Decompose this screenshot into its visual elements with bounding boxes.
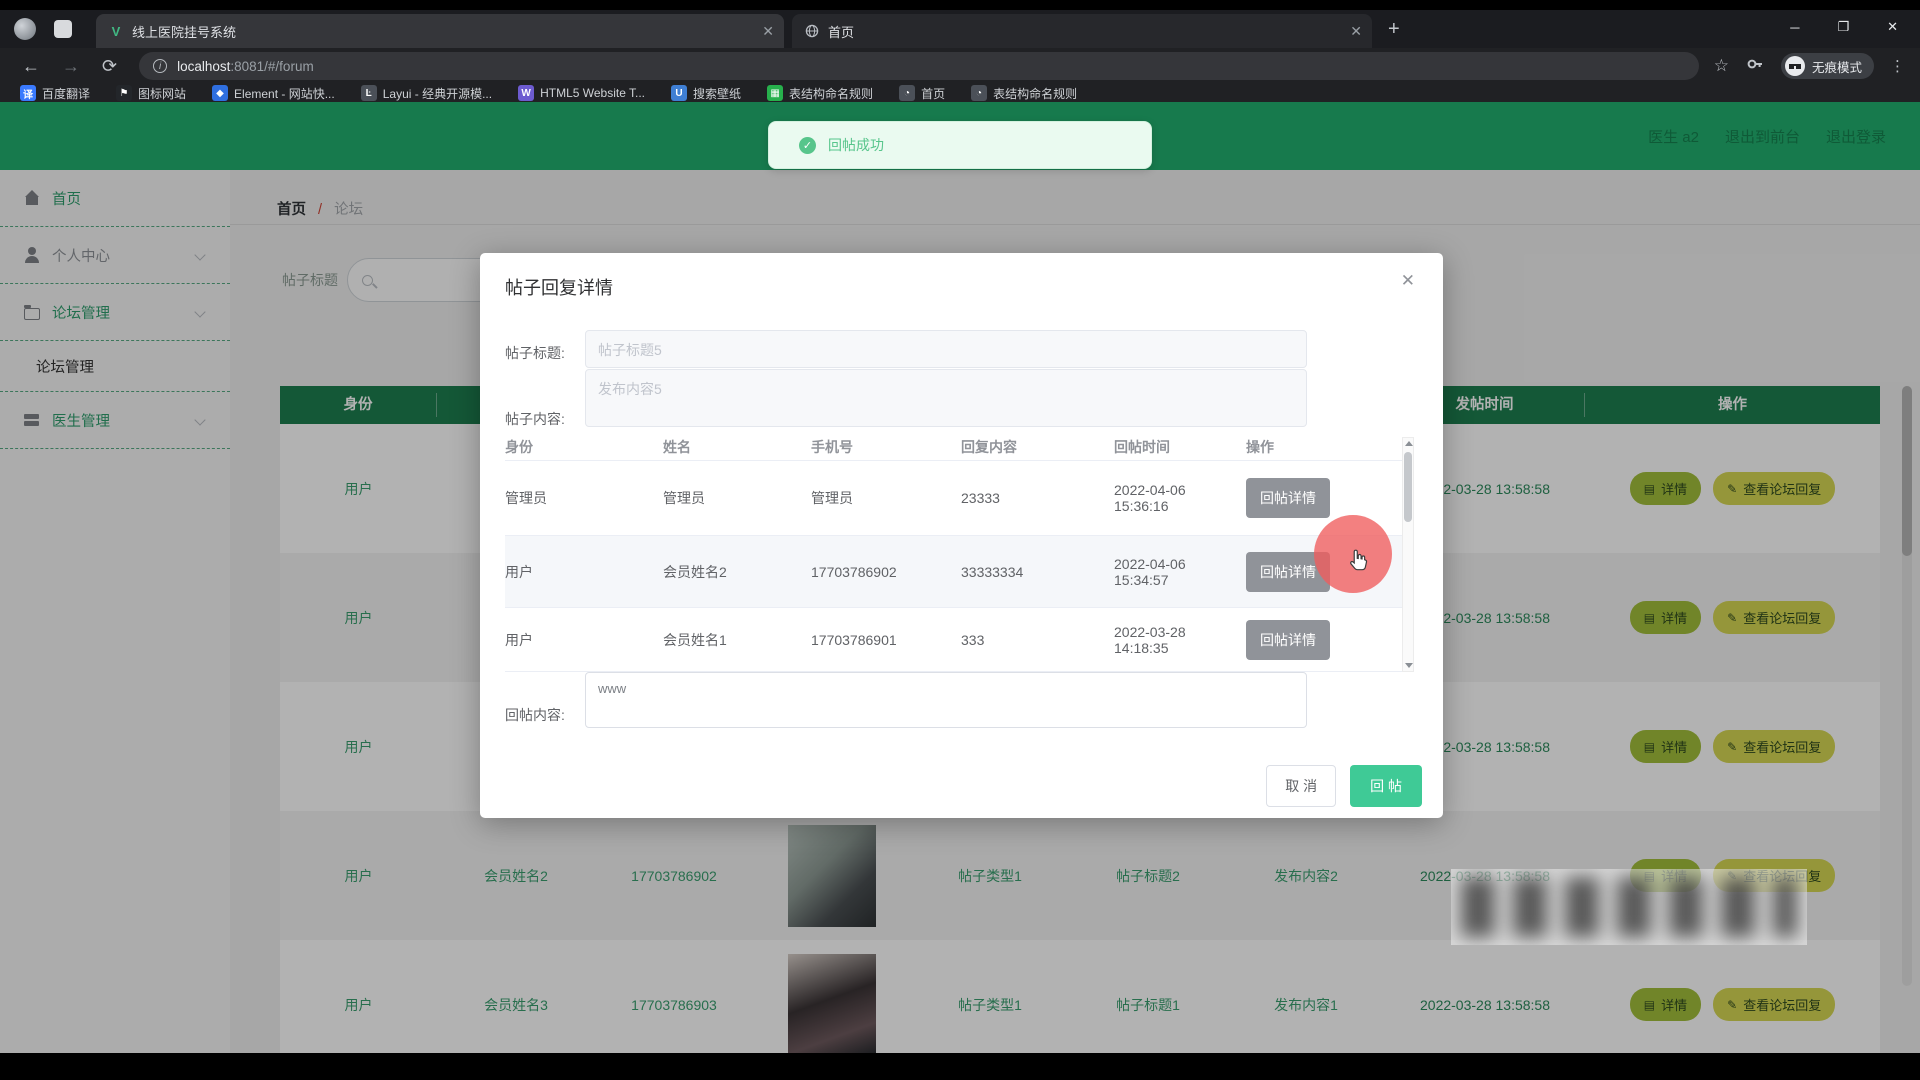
blurred-watermark bbox=[1451, 869, 1807, 945]
globe-favicon-icon bbox=[804, 23, 820, 39]
bookmarks-bar: 译百度翻译 ⚑图标网站 ◆Element - 网站快... ĿLayui - 经… bbox=[0, 84, 1920, 102]
cancel-button[interactable]: 取 消 bbox=[1266, 765, 1336, 807]
layui-icon: Ŀ bbox=[361, 85, 377, 101]
tab-title: 线上医院挂号系统 bbox=[132, 22, 754, 41]
bookmark-naming-rules[interactable]: ▦表结构命名规则 bbox=[767, 85, 873, 102]
site-info-icon[interactable]: i bbox=[153, 59, 167, 73]
bookmark-wallpaper-search[interactable]: U搜索壁纸 bbox=[671, 85, 741, 102]
tab-hospital-system[interactable]: V 线上医院挂号系统 ✕ bbox=[96, 14, 784, 48]
post-title-field[interactable]: 帖子标题5 bbox=[585, 330, 1307, 368]
vue-favicon-icon: V bbox=[108, 23, 124, 39]
scroll-up-icon[interactable] bbox=[1405, 441, 1413, 446]
col-name: 姓名 bbox=[663, 437, 811, 457]
letterbox-top bbox=[0, 0, 1920, 10]
toast-message: 回帖成功 bbox=[828, 135, 884, 155]
flag-icon: ⚑ bbox=[116, 85, 132, 101]
back-button[interactable]: ← bbox=[22, 56, 40, 77]
bookmark-homepage[interactable]: ◔首页 bbox=[899, 85, 945, 102]
minimize-button[interactable]: ─ bbox=[1790, 20, 1799, 35]
tab-home[interactable]: 首页 ✕ bbox=[792, 14, 1372, 48]
reply-content-label: 回帖内容: bbox=[505, 705, 565, 725]
password-key-icon[interactable] bbox=[1745, 54, 1765, 79]
reply-content-textarea[interactable]: www bbox=[585, 672, 1307, 728]
reply-row: 管理员 管理员 管理员 23333 2022-04-06 15:36:16 回帖… bbox=[505, 461, 1405, 536]
scroll-down-icon[interactable] bbox=[1405, 663, 1413, 668]
browser-url-bar: ← → ⟳ i localhost:8081/#/forum bbox=[0, 48, 1920, 84]
hand-cursor-icon bbox=[1346, 548, 1372, 579]
reply-detail-button[interactable]: 回帖详情 bbox=[1246, 478, 1330, 518]
screenshot-stage: V 线上医院挂号系统 ✕ 首页 ✕ + ─ ❐ ✕ ← → ⟳ i localh… bbox=[0, 0, 1920, 1080]
tab-title: 首页 bbox=[828, 22, 1342, 41]
success-toast: ✓ 回帖成功 bbox=[768, 121, 1152, 169]
post-content-field[interactable]: 发布内容5 bbox=[585, 369, 1307, 427]
bookmark-icon-site[interactable]: ⚑图标网站 bbox=[116, 85, 186, 102]
app-header: 医生 a2 退出到前台 退出登录 ✓ 回帖成功 bbox=[0, 102, 1920, 170]
post-title-label: 帖子标题: bbox=[505, 343, 565, 363]
grid-icon: ▦ bbox=[767, 85, 783, 101]
reply-row: 用户 会员姓名2 17703786902 33333334 2022-04-06… bbox=[505, 536, 1405, 608]
browser-tab-bar: V 线上医院挂号系统 ✕ 首页 ✕ + ─ ❐ ✕ bbox=[0, 10, 1920, 48]
browser-logo-icon[interactable] bbox=[14, 18, 36, 40]
tab-close-icon[interactable]: ✕ bbox=[762, 23, 774, 40]
bookmark-naming-rules-2[interactable]: ◔表结构命名规则 bbox=[971, 85, 1077, 102]
logout-link[interactable]: 退出登录 bbox=[1826, 126, 1886, 147]
dialog-title: 帖子回复详情 bbox=[505, 274, 613, 300]
table-scrollbar[interactable] bbox=[1402, 437, 1414, 672]
current-user-label: 医生 a2 bbox=[1648, 126, 1699, 147]
maximize-button[interactable]: ❐ bbox=[1837, 19, 1849, 35]
reply-table: 身份 姓名 手机号 回复内容 回帖时间 操作 管理员 管理员 管理员 23333… bbox=[505, 433, 1405, 672]
url-path: :8081/#/forum bbox=[230, 59, 313, 74]
post-content-label: 帖子内容: bbox=[505, 409, 565, 429]
wallpaper-icon: U bbox=[671, 85, 687, 101]
address-input[interactable]: i localhost:8081/#/forum bbox=[139, 52, 1699, 80]
browser-menu-icon[interactable]: ⋮ bbox=[1890, 57, 1906, 75]
col-reply-time: 回帖时间 bbox=[1114, 437, 1246, 457]
success-check-icon: ✓ bbox=[799, 137, 816, 154]
bookmark-layui[interactable]: ĿLayui - 经典开源模... bbox=[361, 85, 492, 102]
dialog-close-icon[interactable]: ✕ bbox=[1401, 271, 1415, 291]
close-window-button[interactable]: ✕ bbox=[1887, 19, 1898, 35]
letterbox-bottom bbox=[0, 1053, 1920, 1080]
forward-button[interactable]: → bbox=[62, 56, 80, 77]
exit-to-front-link[interactable]: 退出到前台 bbox=[1725, 126, 1800, 147]
bookmark-element[interactable]: ◆Element - 网站快... bbox=[212, 85, 335, 102]
reload-button[interactable]: ⟳ bbox=[102, 56, 117, 77]
reply-detail-button[interactable]: 回帖详情 bbox=[1246, 620, 1330, 660]
incognito-icon bbox=[1785, 56, 1805, 76]
post-reply-dialog: 帖子回复详情 ✕ 帖子标题: 帖子标题5 帖子内容: 发布内容5 身份 姓名 手… bbox=[480, 253, 1443, 818]
browser-app-icon[interactable] bbox=[54, 20, 72, 38]
col-phone: 手机号 bbox=[811, 437, 961, 457]
col-reply-content: 回复内容 bbox=[961, 437, 1114, 457]
col-action: 操作 bbox=[1246, 437, 1386, 457]
incognito-label: 无痕模式 bbox=[1812, 57, 1862, 76]
bookmark-html5-template[interactable]: WHTML5 Website T... bbox=[518, 85, 645, 101]
bookmark-baidu-translate[interactable]: 译百度翻译 bbox=[20, 85, 90, 102]
reply-submit-button[interactable]: 回 帖 bbox=[1350, 765, 1422, 807]
incognito-badge: 无痕模式 bbox=[1781, 53, 1874, 79]
html5-icon: W bbox=[518, 85, 534, 101]
reply-row: 用户 会员姓名1 17703786901 333 2022-03-28 14:1… bbox=[505, 608, 1405, 672]
col-identity: 身份 bbox=[505, 437, 663, 457]
element-icon: ◆ bbox=[212, 85, 228, 101]
globe-icon: ◔ bbox=[899, 85, 915, 101]
bookmark-star-icon[interactable]: ☆ bbox=[1714, 56, 1729, 76]
tab-close-icon[interactable]: ✕ bbox=[1350, 23, 1362, 40]
translate-icon: 译 bbox=[20, 85, 36, 101]
url-host: localhost bbox=[177, 59, 230, 74]
new-tab-button[interactable]: + bbox=[1388, 18, 1400, 41]
globe-icon: ◔ bbox=[971, 85, 987, 101]
